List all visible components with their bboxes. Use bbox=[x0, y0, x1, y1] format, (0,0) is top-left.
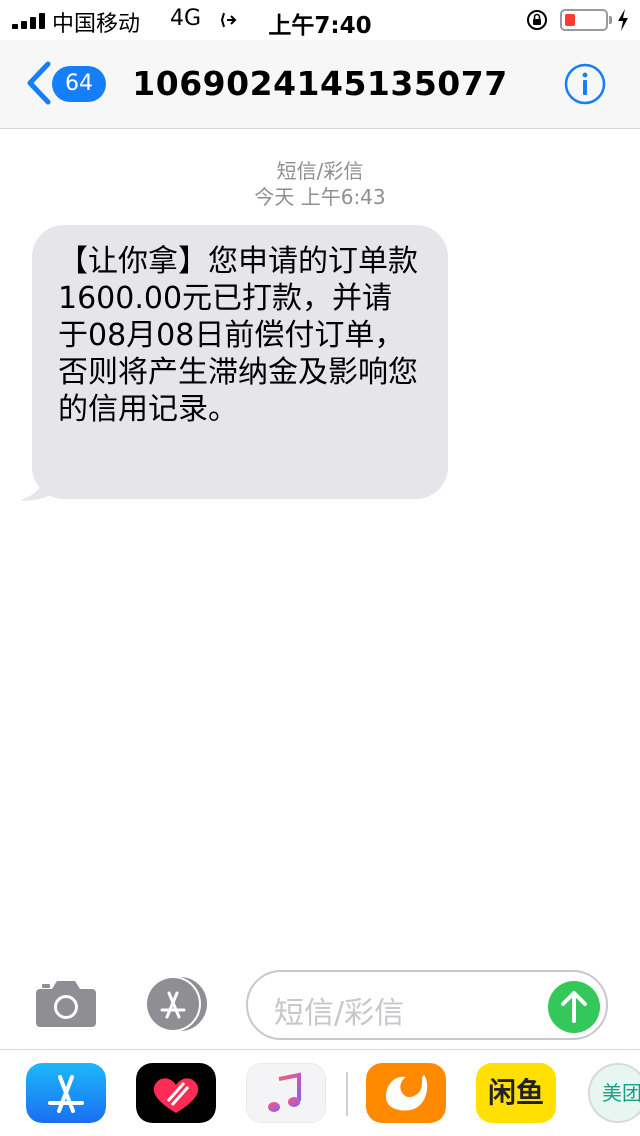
nav-bar: 64 1069024145135077 bbox=[0, 40, 640, 129]
rotation-lock-icon bbox=[527, 10, 547, 30]
send-arrow-icon[interactable] bbox=[548, 981, 600, 1033]
xianyu-icon[interactable]: 闲鱼 bbox=[476, 1063, 556, 1123]
digital-touch-icon[interactable] bbox=[136, 1063, 216, 1123]
message-input-placeholder: 短信/彩信 bbox=[274, 996, 405, 1031]
message-type-label: 短信/彩信 bbox=[276, 159, 364, 183]
music-icon[interactable] bbox=[246, 1063, 326, 1123]
battery-tip bbox=[609, 16, 612, 24]
camera-icon[interactable] bbox=[34, 979, 98, 1029]
message-timestamp: 今天 上午6:43 bbox=[254, 185, 386, 209]
incoming-message-bubble[interactable]: 【让你拿】您申请的订单款1600.00元已打款，并请于08月08日前偿付订单，否… bbox=[32, 225, 448, 499]
app-drawer: 闲鱼 美团 bbox=[0, 1049, 640, 1136]
uc-browser-icon[interactable] bbox=[366, 1063, 446, 1123]
charging-bolt-icon bbox=[618, 9, 628, 31]
message-text: 【让你拿】您申请的订单款1600.00元已打款，并请于08月08日前偿付订单，否… bbox=[58, 244, 418, 427]
conversation-title: 1069024145135077 bbox=[132, 64, 508, 103]
app-store-icon[interactable] bbox=[26, 1063, 106, 1123]
meituan-icon[interactable]: 美团 bbox=[588, 1063, 640, 1123]
battery-low-icon bbox=[560, 9, 608, 31]
drawer-divider bbox=[346, 1072, 348, 1116]
meituan-label: 美团 bbox=[602, 1081, 640, 1105]
status-bar: 中国移动 4G 上午7:40 bbox=[0, 0, 640, 40]
app-store-icon[interactable] bbox=[140, 975, 212, 1033]
info-icon[interactable] bbox=[564, 63, 606, 105]
xianyu-label: 闲鱼 bbox=[487, 1076, 544, 1109]
message-input[interactable]: 短信/彩信 bbox=[246, 970, 608, 1040]
